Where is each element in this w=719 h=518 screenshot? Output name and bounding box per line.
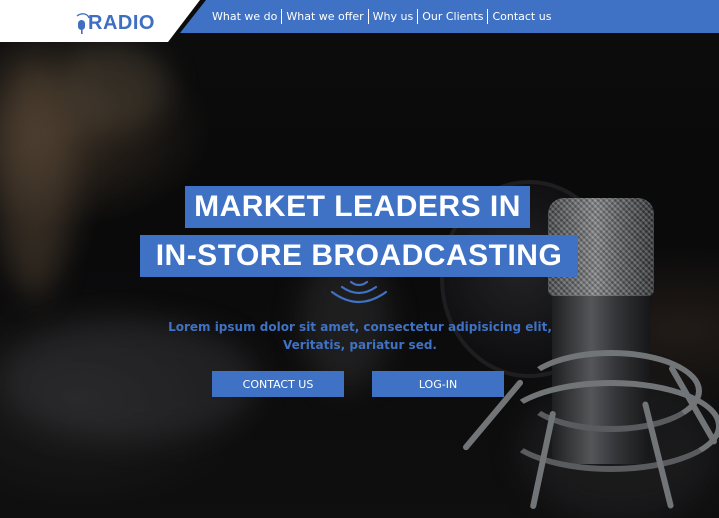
log-in-button[interactable]: LOG-IN [372,371,504,397]
hero-subtitle: Lorem ipsum dolor sit amet, consectetur … [168,320,552,352]
nav-item-what-we-do[interactable]: What we do [208,10,281,24]
site-logo[interactable]: RADIO [74,10,155,36]
nav-item-our-clients[interactable]: Our Clients [418,10,487,24]
nav-item-what-we-offer[interactable]: What we offer [282,10,367,24]
contact-us-button[interactable]: CONTACT US [212,371,344,397]
hero-headline-line-1: MARKET LEADERS IN [185,186,530,228]
microphone-icon [74,10,90,36]
logo-text: RADIO [88,12,155,34]
nav-item-why-us[interactable]: Why us [369,10,418,24]
broadcast-waves-icon [322,276,396,320]
hero-headline-line-2: IN-STORE BROADCASTING [140,235,578,277]
nav-item-contact-us[interactable]: Contact us [488,10,555,24]
main-navigation: What we do What we offer Why us Our Clie… [208,0,555,33]
